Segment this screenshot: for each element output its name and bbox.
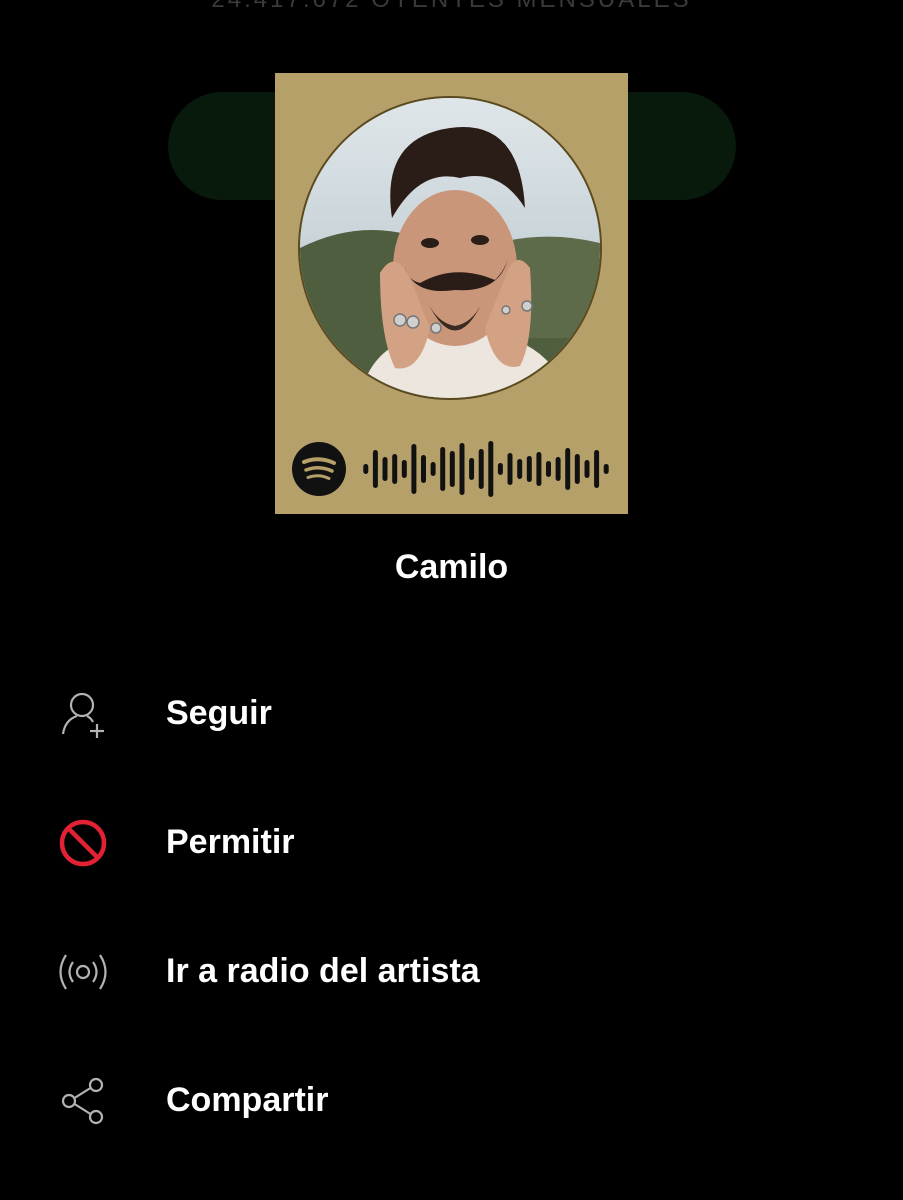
code-bar: [459, 443, 465, 495]
code-bar: [382, 457, 388, 481]
menu-item-share[interactable]: Compartir: [0, 1037, 903, 1165]
menu-item-label: Ir a radio del artista: [166, 952, 480, 990]
code-bar: [401, 460, 407, 478]
menu-item-artist-radio[interactable]: Ir a radio del artista: [0, 908, 903, 1036]
code-bar: [421, 455, 426, 483]
code-bar: [565, 448, 571, 490]
code-bar: [488, 441, 494, 497]
menu-item-label: Compartir: [166, 1081, 329, 1119]
code-bar: [517, 459, 523, 479]
radio-icon: [59, 954, 107, 990]
code-bar: [478, 449, 484, 489]
code-bar: [555, 457, 561, 481]
code-bar: [546, 461, 551, 477]
code-bar: [507, 453, 513, 485]
code-bar: [372, 450, 378, 488]
follow-user-icon: [61, 692, 104, 738]
spotify-logo-icon: [292, 442, 346, 496]
spotify-code-card: [275, 73, 628, 514]
code-bar: [497, 463, 503, 475]
share-icon: [61, 1077, 104, 1125]
code-bar: [603, 464, 609, 474]
code-bar: [469, 458, 475, 480]
spotify-code-barcode: [363, 441, 609, 497]
menu-item-label: Seguir: [166, 694, 272, 732]
code-bar: [449, 451, 455, 487]
code-bar: [594, 450, 600, 488]
code-bar: [411, 444, 417, 494]
code-bar: [430, 462, 436, 476]
monthly-listeners-text: 24.417.672 OYENTES MENSUALES: [0, 0, 903, 14]
code-bar: [526, 456, 532, 482]
code-bar: [574, 454, 580, 484]
artist-photo: [298, 96, 602, 400]
code-bar: [584, 460, 590, 478]
block-icon: [59, 819, 107, 867]
menu-item-allow[interactable]: Permitir: [0, 779, 903, 907]
code-bar: [536, 452, 542, 486]
code-bar: [392, 454, 398, 484]
code-bar: [440, 447, 446, 491]
artist-name: Camilo: [394, 548, 509, 586]
menu-item-label: Permitir: [166, 823, 295, 861]
code-bar: [363, 464, 369, 474]
menu-item-follow[interactable]: Seguir: [0, 650, 903, 778]
